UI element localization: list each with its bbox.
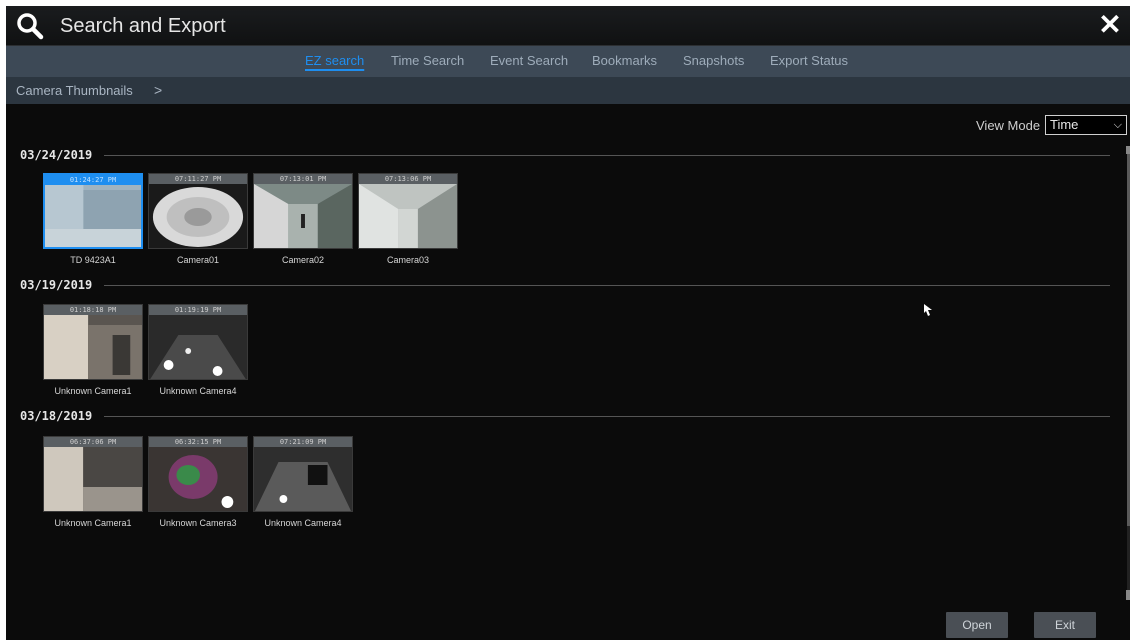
camera-name: Unknown Camera4 <box>264 518 342 528</box>
thumbnail-frame[interactable]: 01:19:19 PM <box>148 304 248 380</box>
thumbnail-time: 01:19:19 PM <box>149 305 247 315</box>
divider <box>104 155 1110 156</box>
camera-snapshot <box>45 185 141 247</box>
tab-bar: EZ search Time Search Event Search Bookm… <box>6 46 1130 77</box>
divider <box>104 285 1110 286</box>
chevron-down-icon: ⌵ <box>1113 119 1122 131</box>
tab-snapshots[interactable]: Snapshots <box>683 53 744 68</box>
thumbnail-frame[interactable]: 07:11:27 PM <box>148 173 248 249</box>
title-bar: Search and Export ✕ <box>6 6 1130 46</box>
camera-snapshot <box>359 184 457 248</box>
breadcrumb: Camera Thumbnails > <box>6 77 1130 104</box>
scroll-up-icon[interactable] <box>1126 146 1130 154</box>
camera-snapshot <box>44 447 142 511</box>
camera-name: Unknown Camera4 <box>159 386 237 396</box>
scroll-down-icon[interactable] <box>1126 590 1130 600</box>
thumbnail-time: 01:24:27 PM <box>45 175 141 185</box>
window-title: Search and Export <box>60 15 226 37</box>
view-mode-label: View Mode <box>976 118 1041 133</box>
chevron-right-icon: > <box>154 82 163 98</box>
mouse-cursor-icon <box>924 304 932 316</box>
tab-time-search[interactable]: Time Search <box>391 53 464 68</box>
thumbnail-time: 07:13:06 PM <box>359 174 457 184</box>
thumbnail-time: 07:13:01 PM <box>254 174 352 184</box>
search-icon <box>17 13 44 40</box>
camera-snapshot <box>254 447 352 511</box>
camera-snapshot <box>149 447 247 511</box>
camera-snapshot <box>149 184 247 248</box>
thumbnail-time: 06:32:15 PM <box>149 437 247 447</box>
group-date: 03/24/2019 <box>20 148 93 162</box>
date-group-header: 03/19/2019 <box>20 278 1110 292</box>
thumbnail-frame[interactable]: 07:21:09 PM <box>253 436 353 512</box>
breadcrumb-camera-thumbnails[interactable]: Camera Thumbnails <box>16 83 133 98</box>
thumbnail-frame[interactable]: 07:13:06 PM <box>358 173 458 249</box>
camera-snapshot <box>254 184 352 248</box>
view-mode-value: Time <box>1050 117 1079 132</box>
thumbnail-time: 07:11:27 PM <box>149 174 247 184</box>
thumbnail-frame[interactable]: 01:18:18 PM <box>43 304 143 380</box>
open-button[interactable]: Open <box>946 612 1008 638</box>
thumbnail-frame[interactable]: 06:37:06 PM <box>43 436 143 512</box>
thumbnail-time: 07:21:09 PM <box>254 437 352 447</box>
exit-button[interactable]: Exit <box>1034 612 1096 638</box>
divider <box>104 416 1110 417</box>
group-date: 03/19/2019 <box>20 278 93 292</box>
close-icon[interactable]: ✕ <box>1096 11 1124 39</box>
thumbnail-time: 01:18:18 PM <box>44 305 142 315</box>
view-mode-select[interactable]: Time ⌵ <box>1045 115 1127 135</box>
date-group-header: 03/18/2019 <box>20 409 1110 423</box>
tab-bookmarks[interactable]: Bookmarks <box>592 53 657 68</box>
tab-ez-search[interactable]: EZ search <box>305 53 364 68</box>
camera-snapshot <box>149 315 247 379</box>
tab-export-status[interactable]: Export Status <box>770 53 848 68</box>
date-group-header: 03/24/2019 <box>20 148 1110 162</box>
thumbnail-frame[interactable]: 01:24:27 PM <box>43 173 143 249</box>
search-export-window: Search and Export ✕ EZ search Time Searc… <box>6 6 1130 640</box>
tab-event-search[interactable]: Event Search <box>490 53 568 68</box>
thumbnail-frame[interactable]: 06:32:15 PM <box>148 436 248 512</box>
vertical-scrollbar[interactable] <box>1127 146 1130 600</box>
scrollbar-thumb[interactable] <box>1127 146 1130 526</box>
camera-name: Camera03 <box>386 255 430 265</box>
group-date: 03/18/2019 <box>20 409 93 423</box>
thumbnail-frame[interactable]: 07:13:01 PM <box>253 173 353 249</box>
camera-snapshot <box>44 315 142 379</box>
thumbnail-time: 06:37:06 PM <box>44 437 142 447</box>
